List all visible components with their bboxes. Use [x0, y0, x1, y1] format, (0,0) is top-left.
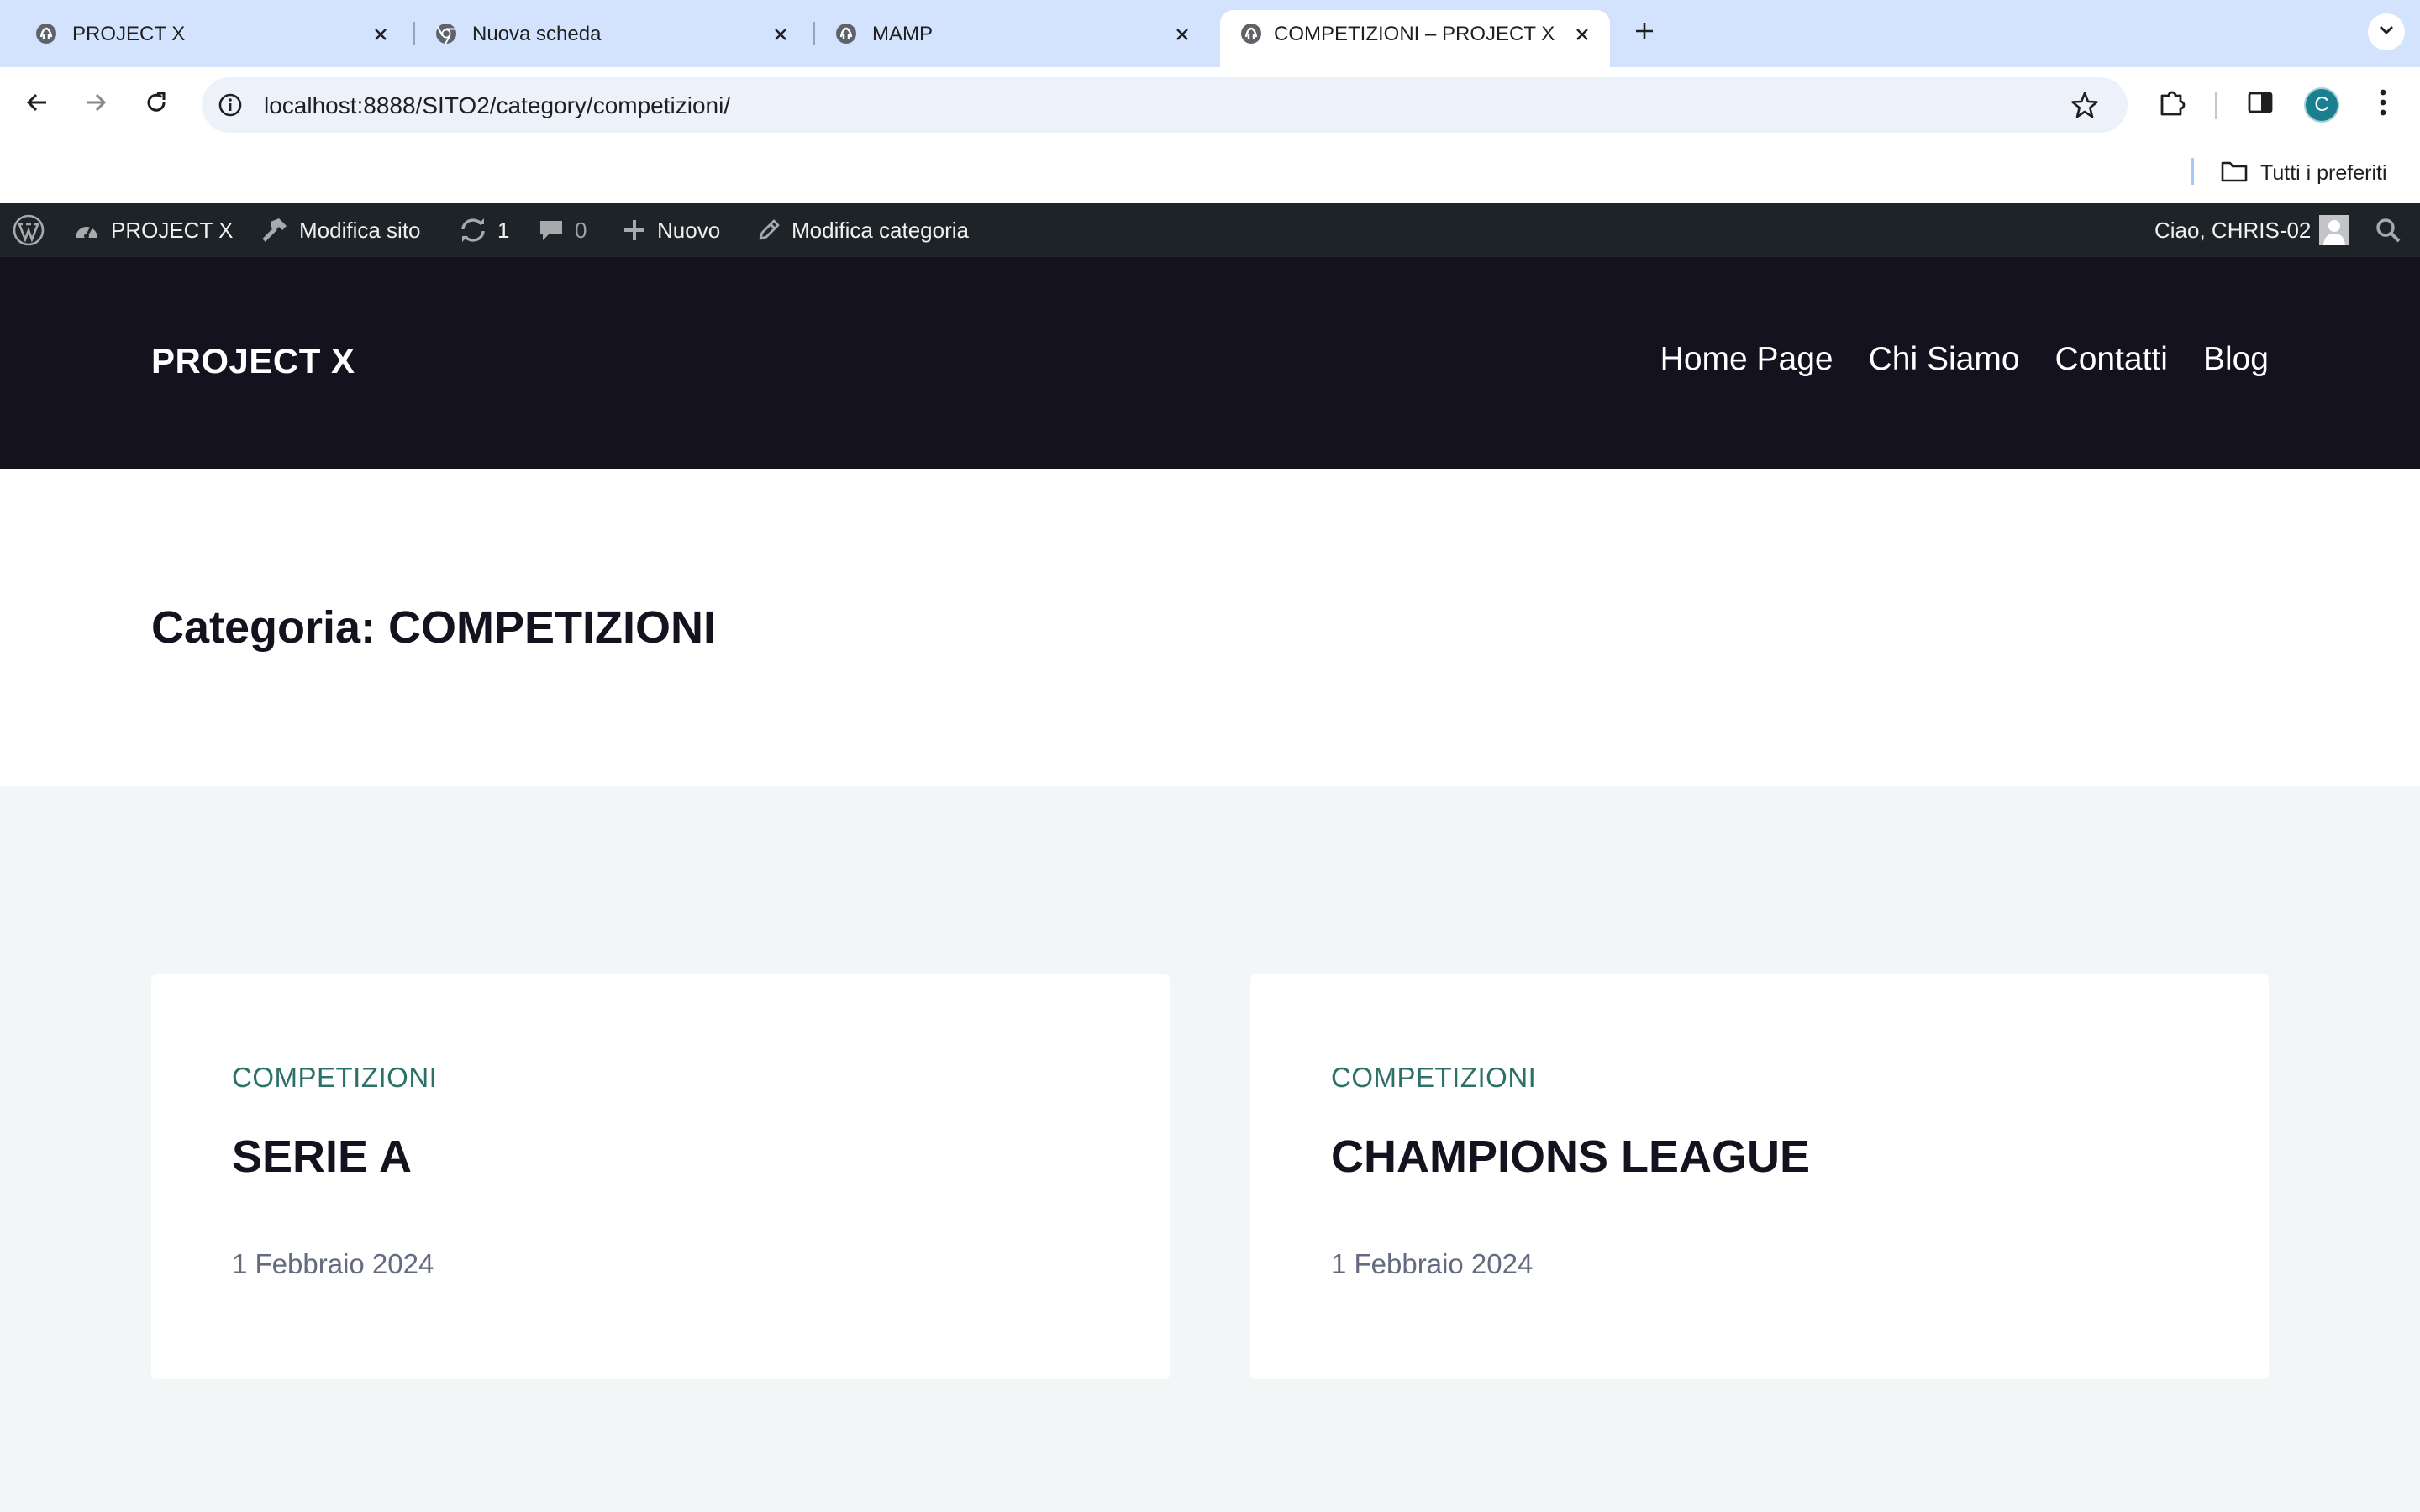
browser-toolbar: localhost:8888/SITO2/category/competizio… — [0, 67, 2420, 143]
post-category-link[interactable]: COMPETIZIONI — [232, 1062, 437, 1094]
user-avatar-icon — [2319, 215, 2350, 245]
puzzle-icon — [2157, 87, 2189, 123]
bookmarks-bar: Tutti i preferiti — [0, 143, 2420, 203]
site-favicon-icon — [1239, 21, 1264, 46]
tab-project-x[interactable]: PROJECT X — [15, 10, 402, 67]
back-button[interactable] — [18, 86, 55, 123]
reload-icon — [144, 90, 169, 119]
wp-edit-category-label: Modifica categoria — [792, 217, 969, 243]
wp-logo-menu[interactable] — [12, 203, 55, 257]
toolbar-divider — [2215, 92, 2217, 119]
wordpress-icon — [12, 213, 45, 247]
star-icon[interactable] — [2069, 89, 2101, 121]
wp-search[interactable] — [2375, 203, 2402, 257]
close-icon[interactable] — [366, 20, 395, 49]
tab-title: PROJECT X — [72, 23, 186, 45]
wp-new-content[interactable]: Nuovo — [622, 203, 720, 257]
arrow-left-icon — [24, 90, 50, 119]
site-favicon-icon — [34, 21, 59, 46]
wp-comments[interactable]: 0 — [538, 203, 587, 257]
reload-button[interactable] — [138, 86, 175, 123]
updates-icon — [459, 218, 487, 243]
dashboard-icon — [72, 218, 101, 243]
search-icon — [2375, 217, 2402, 244]
url-text[interactable]: localhost:8888/SITO2/category/competizio… — [264, 92, 730, 119]
nav-chi-siamo[interactable]: Chi Siamo — [1869, 341, 2020, 378]
wp-site-name[interactable]: PROJECT X — [72, 203, 233, 257]
post-card: COMPETIZIONI CHAMPIONS LEAGUE 1 Febbraio… — [1250, 974, 2269, 1379]
hammer-icon — [259, 217, 289, 244]
post-date: 1 Febbraio 2024 — [232, 1248, 434, 1279]
chrome-icon — [434, 21, 459, 46]
wp-comments-count: 0 — [575, 217, 587, 243]
post-title-link[interactable]: CHAMPIONS LEAGUE — [1331, 1131, 1810, 1183]
tab-title: COMPETIZIONI – PROJECT X — [1274, 23, 1555, 45]
site-favicon-icon — [834, 21, 859, 46]
wp-my-account[interactable]: Ciao, CHRIS-02 — [2154, 203, 2350, 257]
tab-title: MAMP — [872, 23, 933, 45]
bookmarks-divider — [2191, 158, 2194, 185]
all-bookmarks-label: Tutti i preferiti — [2260, 160, 2387, 185]
post-title-link[interactable]: SERIE A — [232, 1131, 412, 1183]
wp-updates-count: 1 — [497, 217, 510, 243]
wp-edit-site-label: Modifica sito — [299, 217, 421, 243]
archive-header: Categoria: COMPETIZIONI — [0, 469, 2420, 786]
wp-site-name-label: PROJECT X — [111, 217, 234, 243]
wp-new-label: Nuovo — [657, 217, 721, 243]
site-header: PROJECT X Home Page Chi Siamo Contatti B… — [0, 257, 2420, 469]
more-vert-icon — [2379, 88, 2387, 121]
posts-grid: COMPETIZIONI SERIE A 1 Febbraio 2024 COM… — [0, 786, 2420, 1512]
post-category-link[interactable]: COMPETIZIONI — [1331, 1062, 1536, 1094]
chrome-menu-button[interactable] — [2363, 84, 2403, 124]
wp-updates[interactable]: 1 — [459, 203, 509, 257]
tab-search-button[interactable] — [2368, 13, 2405, 50]
wp-edit-site[interactable]: Modifica sito — [259, 203, 421, 257]
tab-title: Nuova scheda — [472, 23, 602, 45]
tab-competizioni-active[interactable]: COMPETIZIONI – PROJECT X — [1220, 10, 1610, 67]
nav-home-page[interactable]: Home Page — [1660, 341, 1833, 378]
tab-nuova-scheda[interactable]: Nuova scheda — [415, 10, 802, 67]
close-icon[interactable] — [1568, 20, 1597, 49]
close-icon[interactable] — [766, 20, 795, 49]
post-card: COMPETIZIONI SERIE A 1 Febbraio 2024 — [151, 974, 1170, 1379]
arrow-right-icon — [83, 90, 108, 119]
side-panel-icon — [2246, 88, 2275, 121]
wp-edit-category[interactable]: Modifica categoria — [756, 203, 969, 257]
wp-admin-bar: PROJECT X Modifica sito 1 0 Nuovo Modifi… — [0, 203, 2420, 257]
page-title: Categoria: COMPETIZIONI — [151, 602, 717, 653]
nav-contatti[interactable]: Contatti — [2055, 341, 2168, 378]
chevron-down-icon — [2378, 24, 2395, 40]
tab-mamp[interactable]: MAMP — [815, 10, 1202, 67]
extensions-button[interactable] — [2153, 84, 2193, 124]
plus-icon — [622, 218, 647, 243]
browser-tab-strip: PROJECT X Nuova scheda MAMP COMPETIZIONI… — [0, 0, 2420, 67]
address-bar[interactable]: localhost:8888/SITO2/category/competizio… — [202, 77, 2128, 133]
folder-icon — [2220, 160, 2249, 187]
profile-avatar[interactable]: C — [2304, 87, 2339, 123]
site-title-link[interactable]: PROJECT X — [151, 341, 355, 381]
wp-greeting: Ciao, CHRIS-02 — [2154, 217, 2312, 243]
pencil-icon — [756, 218, 781, 243]
info-icon[interactable] — [217, 92, 244, 118]
close-icon[interactable] — [1168, 20, 1197, 49]
nav-blog[interactable]: Blog — [2203, 341, 2269, 378]
all-bookmarks-button[interactable]: Tutti i preferiti — [2220, 158, 2387, 188]
post-date: 1 Febbraio 2024 — [1331, 1248, 1534, 1279]
forward-button[interactable] — [77, 86, 114, 123]
comment-icon — [538, 218, 565, 243]
new-tab-button[interactable] — [1628, 15, 1660, 47]
side-panel-button[interactable] — [2240, 84, 2281, 124]
primary-navigation: Home Page Chi Siamo Contatti Blog — [1660, 341, 2269, 378]
